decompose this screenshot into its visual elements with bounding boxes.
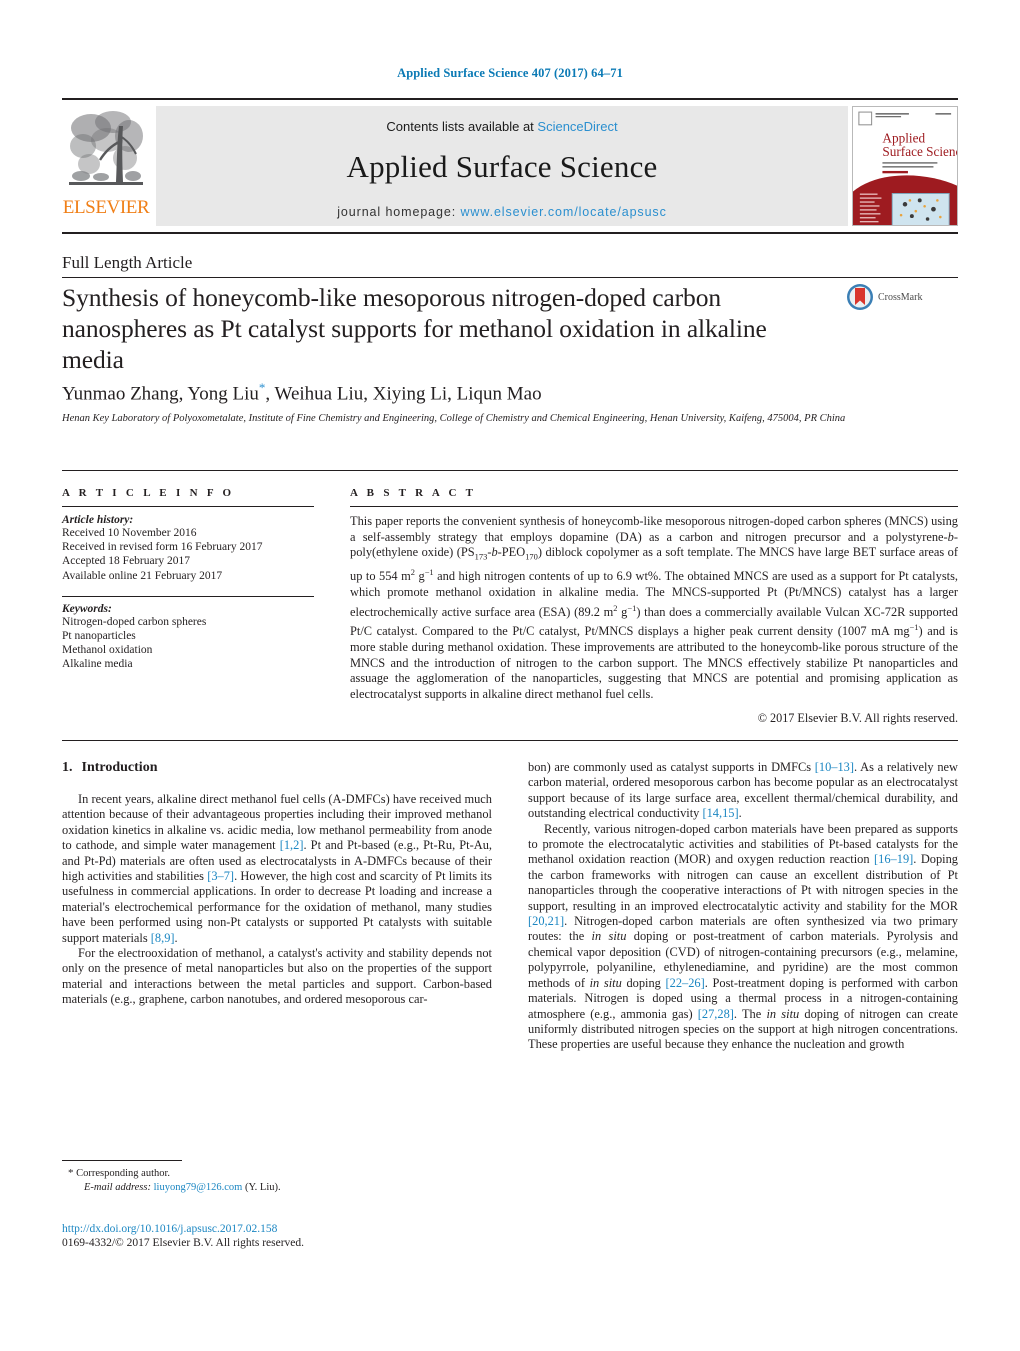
p-seg: . bbox=[738, 806, 742, 821]
p-seg: bon) are commonly used as catalyst suppo… bbox=[528, 760, 815, 774]
latin-phrase-in-situ: in situ bbox=[591, 929, 627, 944]
history-revised: Received in revised form 16 February 201… bbox=[62, 541, 263, 554]
journal-title: Applied Surface Science bbox=[346, 149, 658, 184]
abs-sup: −1 bbox=[627, 602, 637, 613]
citation-ref[interactable]: [10–13] bbox=[815, 760, 854, 774]
svg-text:Surface Science: Surface Science bbox=[882, 144, 957, 159]
abstract-heading: A B S T R A C T bbox=[350, 487, 477, 499]
title-divider bbox=[62, 277, 958, 278]
abs-sub: 170 bbox=[525, 551, 538, 562]
keyword-item: Methanol oxidation bbox=[62, 644, 153, 657]
citation-ref[interactable]: [1,2] bbox=[280, 838, 304, 852]
citation-ref[interactable]: [27,28] bbox=[698, 1007, 734, 1021]
page-title: Synthesis of honeycomb-like mesoporous n… bbox=[62, 283, 767, 374]
masthead-center-panel: Contents lists available at ScienceDirec… bbox=[156, 106, 848, 226]
paper-page: Applied Surface Science 407 (2017) 64–71 bbox=[0, 0, 1020, 1351]
abs-seg: g bbox=[414, 569, 425, 584]
abs-sub: 173 bbox=[474, 551, 488, 562]
corresponding-author-footnote: * Corresponding author. E-mail address: … bbox=[62, 1160, 492, 1194]
p-seg: . bbox=[174, 930, 178, 945]
article-history-label: Article history: bbox=[62, 514, 134, 526]
footnote-corresponding-line: * Corresponding author. bbox=[62, 1167, 492, 1181]
contents-prefix: Contents lists available at bbox=[386, 119, 538, 134]
article-info-abstract-block: A R T I C L E I N F O Article history: R… bbox=[62, 470, 958, 742]
citation-ref[interactable]: [3–7] bbox=[207, 869, 234, 883]
abs-seg: -PEO bbox=[497, 545, 526, 560]
latin-phrase-in-situ: in situ bbox=[766, 1006, 800, 1021]
crossmark-icon bbox=[847, 284, 873, 310]
footnote-star: * bbox=[68, 1167, 74, 1179]
citation-ref[interactable]: [16–19] bbox=[874, 852, 913, 866]
crossmark-badge[interactable]: CrossMark bbox=[846, 283, 922, 311]
intro-paragraph-3: Recently, various nitrogen-doped carbon … bbox=[528, 822, 958, 1053]
citation-ref[interactable]: [8,9] bbox=[151, 931, 175, 945]
svg-text:Applied: Applied bbox=[882, 130, 925, 145]
keyword-item: Alkaline media bbox=[62, 658, 133, 671]
journal-masthead: ELSEVIER Contents lists available at Sci… bbox=[62, 98, 958, 234]
abs-seg: This paper reports the convenient synthe… bbox=[350, 514, 958, 544]
body-column-right: bon) are commonly used as catalyst suppo… bbox=[528, 760, 958, 1230]
intro-paragraph-1: In recent years, alkaline direct methano… bbox=[62, 792, 492, 946]
homepage-prefix: journal homepage: bbox=[337, 205, 461, 219]
email-label: E-mail address: bbox=[84, 1181, 151, 1193]
author-list: Yunmao Zhang, Yong Liu*, Weihua Liu, Xiy… bbox=[62, 380, 542, 405]
article-info-column: A R T I C L E I N F O Article history: R… bbox=[62, 487, 332, 726]
section-title: Introduction bbox=[81, 760, 158, 775]
journal-homepage-line: journal homepage: www.elsevier.com/locat… bbox=[156, 205, 848, 219]
authors-lead: Yunmao Zhang, Yong Liu bbox=[62, 383, 259, 405]
article-type-label: Full Length Article bbox=[62, 253, 193, 272]
abstract-copyright: © 2017 Elsevier B.V. All rights reserved… bbox=[757, 711, 958, 726]
authors-tail: , Weihua Liu, Xiying Li, Liqun Mao bbox=[265, 383, 542, 405]
intro-paragraph-2: For the electrooxidation of methanol, a … bbox=[62, 946, 492, 1007]
keywords-rule bbox=[62, 595, 314, 597]
article-info-rule bbox=[62, 506, 314, 507]
elsevier-wordmark: ELSEVIER bbox=[62, 197, 150, 218]
footer-doi-block: http://dx.doi.org/10.1016/j.apsusc.2017.… bbox=[62, 1222, 492, 1250]
keywords-label: Keywords: bbox=[62, 602, 112, 615]
journal-cover-art: Applied Surface Science bbox=[853, 107, 957, 225]
history-online: Available online 21 February 2017 bbox=[62, 569, 223, 582]
abstract-rule bbox=[350, 506, 958, 507]
sciencedirect-link[interactable]: ScienceDirect bbox=[537, 119, 617, 134]
homepage-url-link[interactable]: www.elsevier.com/locate/apsusc bbox=[460, 205, 666, 219]
keyword-item: Nitrogen-doped carbon spheres bbox=[62, 615, 207, 628]
issn-copyright-line: 0169-4332/© 2017 Elsevier B.V. All right… bbox=[62, 1237, 305, 1249]
footnote-rule bbox=[62, 1160, 182, 1161]
abs-sup: −1 bbox=[909, 622, 919, 633]
p-seg: . The bbox=[733, 1006, 767, 1021]
elsevier-logo: ELSEVIER bbox=[62, 100, 150, 232]
crossmark-label: CrossMark bbox=[878, 291, 923, 303]
p-seg: doping bbox=[621, 975, 666, 990]
citation-ref[interactable]: [22–26] bbox=[666, 976, 705, 990]
history-received: Received 10 November 2016 bbox=[62, 527, 197, 539]
elsevier-tree-icon bbox=[69, 111, 143, 185]
contents-available-line: Contents lists available at ScienceDirec… bbox=[156, 106, 848, 134]
abs-seg: g bbox=[617, 604, 628, 619]
section-number: 1. bbox=[62, 760, 73, 775]
section-heading-introduction: 1. Introduction bbox=[62, 760, 492, 776]
abstract-column: A B S T R A C T This paper reports the c… bbox=[332, 487, 958, 726]
citation-ref[interactable]: [20,21] bbox=[528, 914, 564, 928]
keyword-item: Pt nanoparticles bbox=[62, 630, 136, 643]
abs-sup: −1 bbox=[424, 567, 434, 578]
footnote-corresponding-text: Corresponding author. bbox=[76, 1168, 171, 1179]
latin-phrase-in-situ: in situ bbox=[589, 975, 622, 990]
intro-paragraph-2-continued: bon) are commonly used as catalyst suppo… bbox=[528, 760, 958, 822]
footnote-email-line: E-mail address: liuyong79@126.com (Y. Li… bbox=[62, 1181, 492, 1195]
author-affiliation: Henan Key Laboratory of Polyoxometalate,… bbox=[62, 413, 846, 424]
article-info-heading: A R T I C L E I N F O bbox=[62, 487, 235, 499]
journal-cover-thumbnail: Applied Surface Science bbox=[852, 106, 958, 226]
email-link[interactable]: liuyong79@126.com bbox=[154, 1182, 243, 1193]
history-accepted: Accepted 18 February 2017 bbox=[62, 555, 191, 568]
citation-ref[interactable]: [14,15] bbox=[702, 806, 738, 820]
abstract-text: This paper reports the convenient synthe… bbox=[350, 514, 959, 701]
running-head: Applied Surface Science 407 (2017) 64–71 bbox=[397, 66, 623, 80]
doi-link[interactable]: http://dx.doi.org/10.1016/j.apsusc.2017.… bbox=[62, 1222, 492, 1236]
email-owner: (Y. Liu). bbox=[244, 1181, 281, 1193]
